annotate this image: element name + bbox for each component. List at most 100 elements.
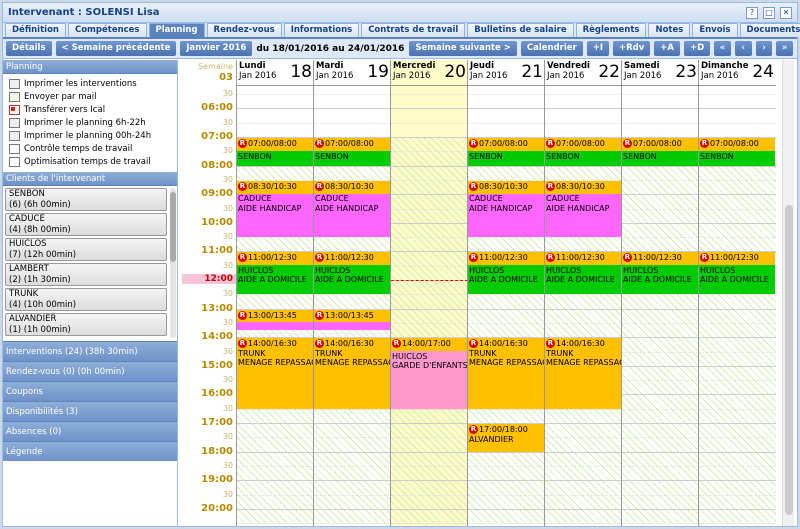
details-button[interactable]: Détails [6, 41, 52, 56]
day-header[interactable]: Mercredi Jan 2016 20 [391, 60, 468, 86]
client-item[interactable]: TRUNK (4) (10h 00min) [5, 288, 167, 311]
day-header[interactable]: Samedi Jan 2016 23 [622, 60, 699, 86]
tab-planning[interactable]: Planning [148, 23, 205, 37]
accordion-section[interactable]: Disponibilités (3) [3, 401, 177, 421]
intervention-event[interactable]: R 07:00/08:00 SENBON [468, 138, 544, 166]
tab-notes[interactable]: Notes [648, 23, 691, 37]
accordion-section[interactable]: Rendez-vous (0) (0h 00min) [3, 361, 177, 381]
next-week-button[interactable]: Semaine suivante > [409, 41, 517, 56]
intervention-event[interactable]: R14:00/16:30TRUNKMENAGE REPASSAGE [314, 338, 390, 409]
planning-panel-header[interactable]: Planning [3, 60, 177, 74]
day-column[interactable]: Lundi Jan 2016 18 R 07:00/08:00 SENBON R 08:30/… [236, 60, 314, 526]
day-header[interactable]: Jeudi Jan 2016 21 [468, 60, 545, 86]
add-intervention-button[interactable]: +I [586, 41, 609, 56]
intervention-event[interactable]: R14:00/16:30TRUNKMENAGE REPASSAGE [237, 338, 313, 409]
tab-contrats-de-travail[interactable]: Contrats de travail [361, 23, 466, 37]
accordion-section[interactable]: Interventions (24) (38h 30min) [3, 341, 177, 361]
intervention-event[interactable]: R 08:30/10:30 CADUCE AIDE HANDICAP [314, 180, 390, 238]
close-icon[interactable]: ✕ [780, 6, 792, 19]
client-detail: (7) (12h 00min) [9, 249, 77, 260]
client-item[interactable]: CADUCE (4) (8h 00min) [5, 213, 167, 236]
calendar-scrollbar[interactable] [782, 60, 794, 526]
day-column[interactable]: Jeudi Jan 2016 21 R 07:00/08:00 SENBON R 08:30/… [467, 60, 545, 526]
client-item[interactable]: ALVANDIER (1) (1h 00min) [5, 313, 167, 336]
day-column[interactable]: Vendredi Jan 2016 22 R 07:00/08:00 SENBON R 08:… [544, 60, 622, 526]
intervention-event[interactable]: R 07:00/08:00 SENBON [237, 138, 313, 166]
day-header[interactable]: Lundi Jan 2016 18 [237, 60, 314, 86]
day-column[interactable]: Mardi Jan 2016 19 R 07:00/08:00 SENBON R 08:30/… [313, 60, 391, 526]
menu-item[interactable]: Imprimer le planning 00h-24h [9, 129, 177, 142]
accordion-section[interactable]: Absences (0) [3, 421, 177, 441]
calendar-scroll-thumb[interactable] [785, 205, 793, 515]
client-item[interactable]: HUICLOS (7) (12h 00min) [5, 238, 167, 261]
add-absence-button[interactable]: +A [654, 41, 680, 56]
client-item[interactable]: LAMBERT (2) (1h 30min) [5, 263, 167, 286]
tab-rendez-vous[interactable]: Rendez-vous [206, 23, 282, 37]
event-service: AIDE A DOMICILE [238, 275, 307, 285]
intervention-event[interactable]: R 11:00/12:30 HUICLOS AIDE A DOMICILE [622, 252, 698, 295]
menu-item[interactable]: Envoyer par mail [9, 90, 177, 103]
intervention-event[interactable]: R14:00/17:00 HUICLOSGARDE D'ENFANTS + [391, 338, 467, 409]
add-disponibilite-button[interactable]: +D [684, 41, 711, 56]
client-item[interactable]: SENBON (6) (6h 00min) [5, 188, 167, 211]
grid-line [699, 380, 776, 382]
intervention-event[interactable]: R 08:30/10:30 CADUCE AIDE HANDICAP [545, 180, 621, 238]
tab-envois[interactable]: Envois [692, 23, 738, 37]
intervention-event[interactable]: R14:00/16:30TRUNKMENAGE REPASSAGE [468, 338, 544, 409]
intervention-event[interactable]: R 07:00/08:00 SENBON [314, 138, 390, 166]
prev-day-button[interactable]: ‹ [734, 41, 752, 56]
intervention-event[interactable]: R 13:00/13:45 [237, 309, 313, 331]
clients-scroll-thumb[interactable] [170, 192, 176, 262]
calendar-button[interactable]: Calendrier [520, 41, 583, 56]
intervention-event[interactable]: R 11:00/12:30 HUICLOS AIDE A DOMICILE [237, 252, 313, 295]
day-header[interactable]: Dimanche Jan 2016 24 [699, 60, 776, 86]
maximize-icon[interactable]: □ [763, 6, 775, 19]
tab-bulletins-de-salaire[interactable]: Bulletins de salaire [467, 23, 574, 37]
day-column[interactable]: Mercredi Jan 2016 20 R 14:00/17:00 HUICLOS GAR… [390, 60, 468, 526]
intervention-event[interactable]: R14:00/16:30TRUNKMENAGE REPASSAGE [545, 338, 621, 409]
day-column[interactable]: Dimanche Jan 2016 24 R 07:00/08:00 SENBON R 11:… [698, 60, 776, 526]
accordion-section[interactable]: Coupons [3, 381, 177, 401]
last-week-button[interactable]: » [776, 41, 793, 56]
intervention-event[interactable]: R 07:00/08:00 SENBON [545, 138, 621, 166]
add-rdv-button[interactable]: +Rdv [613, 41, 651, 56]
clients-scrollbar[interactable] [170, 188, 176, 338]
help-icon[interactable]: ? [746, 6, 758, 19]
intervention-event[interactable]: R 17:00/18:00 ALVANDIER [468, 424, 544, 452]
intervention-event[interactable]: R 07:00/08:00 SENBON [699, 138, 775, 166]
menu-item[interactable]: Transférer vers Ical [9, 103, 177, 116]
grid-line [699, 423, 776, 425]
day-column[interactable]: Samedi Jan 2016 23 R 07:00/08:00 SENBON R 11:00… [621, 60, 699, 526]
intervention-event[interactable]: R 11:00/12:30 HUICLOS AIDE A DOMICILE [699, 252, 775, 295]
intervention-event[interactable]: R 11:00/12:30 HUICLOS AIDE A DOMICILE [545, 252, 621, 295]
previous-week-button[interactable]: < Semaine précédente [55, 41, 177, 56]
menu-item[interactable]: Imprimer le planning 6h-22h [9, 116, 177, 129]
intervention-event[interactable]: R 13:00/13:45 [314, 309, 390, 331]
hour-label: 18:00 [201, 445, 233, 457]
grid-line [391, 151, 468, 153]
intervention-event[interactable]: R 11:00/12:30 HUICLOS AIDE A DOMICILE [468, 252, 544, 295]
menu-item[interactable]: Optimisation temps de travail [9, 155, 177, 168]
tab-informations[interactable]: Informations [283, 23, 360, 37]
intervention-event[interactable]: R 08:30/10:30 CADUCE AIDE HANDICAP [468, 180, 544, 238]
accordion-section[interactable]: Légende [3, 441, 177, 461]
menu-item[interactable]: Imprimer les interventions [9, 77, 177, 90]
next-day-button[interactable]: › [755, 41, 773, 56]
grid-line [622, 408, 699, 410]
intervention-event[interactable]: R 07:00/08:00 SENBON [622, 138, 698, 166]
day-header[interactable]: Mardi Jan 2016 19 [314, 60, 391, 86]
recurrence-icon: R [469, 425, 478, 435]
intervention-event[interactable]: R 11:00/12:30 HUICLOS AIDE A DOMICILE [314, 252, 390, 295]
month-button[interactable]: Janvier 2016 [180, 41, 253, 56]
day-header[interactable]: Vendredi Jan 2016 22 [545, 60, 622, 86]
tab-comp-tences[interactable]: Compétences [67, 23, 147, 37]
first-week-button[interactable]: « [714, 41, 731, 56]
grid-line [391, 294, 468, 296]
tab-d-finition[interactable]: Définition [5, 23, 66, 37]
grid-line [699, 179, 776, 181]
menu-item[interactable]: Contrôle temps de travail [9, 142, 177, 155]
tab-r-glements[interactable]: Règlements [575, 23, 647, 37]
tab-documents[interactable]: Documents [739, 23, 800, 37]
clients-panel-header[interactable]: Clients de l'intervenant [3, 172, 177, 186]
intervention-event[interactable]: R 08:30/10:30 CADUCE AIDE HANDICAP [237, 180, 313, 238]
